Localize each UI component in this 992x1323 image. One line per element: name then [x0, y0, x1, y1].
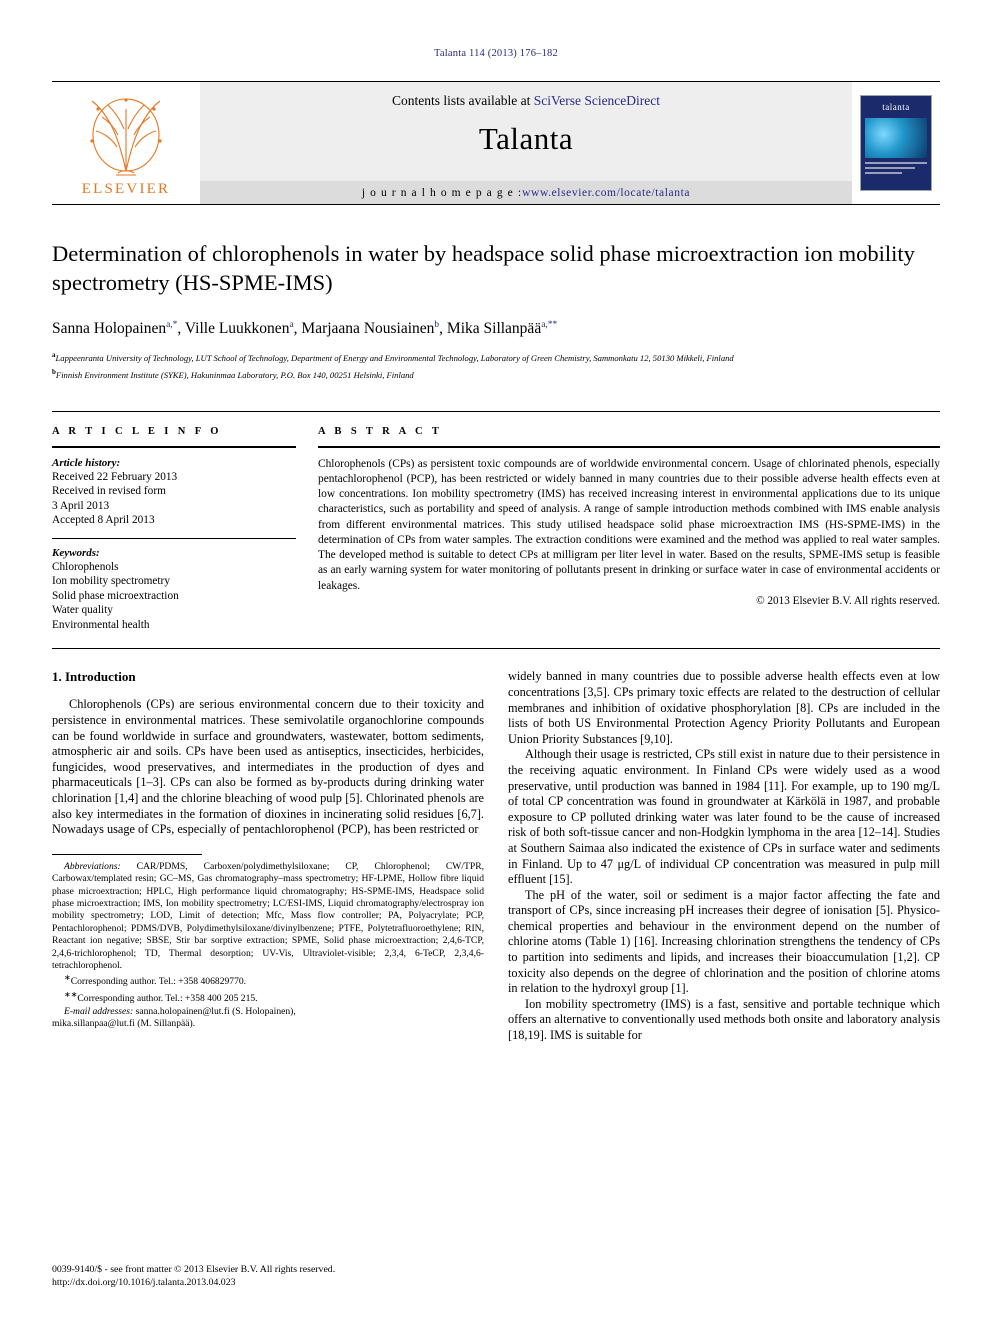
body-column-right: widely banned in many countries due to p…	[508, 669, 940, 1043]
affiliation-row: aLappeenranta University of Technology, …	[52, 349, 940, 364]
affiliation-text: Lappeenranta University of Technology, L…	[55, 353, 734, 364]
journal-masthead: ELSEVIER Contents lists available at Sci…	[52, 81, 940, 205]
contents-prefix: Contents lists available at	[391, 93, 534, 108]
author-name: Sanna Holopainen	[52, 320, 167, 338]
author-list: Sanna Holopainena,*, Ville Luukkonena, M…	[52, 320, 558, 338]
body-column-left: 1. Introduction Chlorophenols (CPs) are …	[52, 669, 484, 1043]
section-heading-introduction: 1. Introduction	[52, 669, 136, 685]
author-affiliation-mark: a,**	[541, 320, 558, 330]
paragraph: Chlorophenols (CPs) are serious environm…	[52, 697, 484, 837]
author-affiliation-mark: a	[289, 320, 294, 330]
abbreviations-text: CAR/PDMS, Carboxen/polydimethylsiloxane;…	[52, 860, 484, 971]
abstract-text: Chlorophenols (CPs) as persistent toxic …	[318, 457, 940, 592]
double-asterisk-icon: ∗∗	[64, 989, 78, 999]
title-block: Determination of chlorophenols in water …	[52, 239, 940, 381]
keyword-item: Water quality	[52, 604, 113, 617]
article-page: Talanta 114 (2013) 176–182 ELSEVIER Cont…	[0, 0, 992, 1323]
author-name: Mika Sillanpää	[446, 320, 542, 338]
cover-title: talanta	[861, 96, 931, 117]
divider	[318, 445, 940, 448]
author-name: Ville Luukkonen	[184, 320, 290, 338]
paragraph: The pH of the water, soil or sediment is…	[508, 887, 940, 996]
running-head: Talanta 114 (2013) 176–182	[434, 48, 558, 59]
cover-text-lines	[865, 162, 927, 184]
issn-copyright-line: 0039-9140/$ - see front matter © 2013 El…	[52, 1264, 336, 1275]
publisher-logo: ELSEVIER	[52, 82, 200, 204]
history-item: Accepted 8 April 2013	[52, 514, 155, 527]
author-name: Marjaana Nousiainen	[301, 320, 435, 338]
elsevier-tree-logo: ELSEVIER	[66, 88, 186, 198]
abbreviations-footnote: Abbreviations: CAR/PDMS, Carboxen/polydi…	[52, 861, 484, 973]
paragraph: widely banned in many countries due to p…	[508, 669, 940, 746]
elsevier-tree-icon	[90, 98, 162, 176]
history-item: 3 April 2013	[52, 499, 110, 512]
email-footnote-second: mika.sillanpaa@lut.fi (M. Sillanpää).	[52, 1018, 484, 1030]
keyword-item: Ion mobility spectrometry	[52, 575, 170, 588]
divider	[52, 537, 296, 539]
affiliation-list: aLappeenranta University of Technology, …	[52, 349, 940, 381]
paragraph: Although their usage is restricted, CPs …	[508, 747, 940, 887]
abstract-copyright: © 2013 Elsevier B.V. All rights reserved…	[756, 594, 940, 607]
article-info-column: A R T I C L E I N F O Article history: R…	[52, 426, 296, 633]
divider	[52, 648, 940, 650]
email-address[interactable]: sanna.holopainen@lut.fi (S. Holopainen),	[133, 1006, 296, 1017]
abstract-heading: A B S T R A C T	[318, 425, 443, 437]
sciencedirect-link[interactable]: SciVerse ScienceDirect	[534, 93, 660, 108]
affiliation-row: bFinnish Environment Institute (SYKE), H…	[52, 366, 940, 381]
abbreviations-label: Abbreviations:	[64, 860, 121, 872]
abstract-column: A B S T R A C T Chlorophenols (CPs) as p…	[318, 426, 940, 633]
elsevier-wordmark: ELSEVIER	[81, 181, 171, 197]
history-item: Received in revised form	[52, 485, 166, 498]
history-item: Received 22 February 2013	[52, 470, 178, 483]
doi-link[interactable]: http://dx.doi.org/10.1016/j.talanta.2013…	[52, 1276, 335, 1289]
affiliation-text: Finnish Environment Institute (SYKE), Ha…	[55, 369, 414, 380]
keyword-item: Chlorophenols	[52, 560, 119, 573]
contents-available-line: Contents lists available at SciVerse Sci…	[200, 82, 852, 109]
body-columns: 1. Introduction Chlorophenols (CPs) are …	[52, 669, 940, 1043]
author-affiliation-mark: b	[434, 320, 440, 330]
keyword-item: Environmental health	[52, 618, 150, 631]
corresponding-author-text: Corresponding author. Tel.: +358 4068297…	[70, 976, 247, 988]
keywords-label: Keywords:	[52, 546, 100, 559]
homepage-label: j o u r n a l h o m e p a g e :	[361, 186, 523, 199]
cover-image	[865, 118, 927, 158]
article-info-heading: A R T I C L E I N F O	[52, 425, 222, 437]
info-abstract-section: A R T I C L E I N F O Article history: R…	[52, 410, 940, 633]
email-label: E-mail addresses:	[64, 1005, 134, 1017]
article-title: Determination of chlorophenols in water …	[52, 241, 915, 295]
author-affiliation-mark: a,*	[166, 320, 178, 330]
corresponding-author-text: Corresponding author. Tel.: +358 400 205…	[77, 993, 258, 1005]
corresponding-author-footnote: ∗∗Corresponding author. Tel.: +358 400 2…	[52, 989, 484, 1006]
corresponding-author-footnote: ∗Corresponding author. Tel.: +358 406829…	[52, 972, 484, 989]
keyword-item: Solid phase microextraction	[52, 589, 179, 602]
paragraph: Ion mobility spectrometry (IMS) is a fas…	[508, 996, 940, 1043]
email-footnote: E-mail addresses: sanna.holopainen@lut.f…	[52, 1006, 484, 1018]
article-history-label: Article history:	[52, 456, 121, 469]
footnotes-block: Abbreviations: CAR/PDMS, Carboxen/polydi…	[52, 861, 484, 1031]
asterisk-icon: ∗	[64, 973, 71, 983]
masthead-center: Contents lists available at SciVerse Sci…	[200, 82, 852, 204]
footnote-divider	[52, 853, 202, 855]
journal-homepage-link[interactable]: www.elsevier.com/locate/talanta	[522, 187, 690, 199]
divider	[52, 445, 296, 448]
journal-homepage-bar: j o u r n a l h o m e p a g e : www.else…	[200, 181, 852, 204]
journal-cover-thumbnail: talanta	[852, 82, 940, 204]
journal-title: Talanta	[478, 121, 574, 156]
email-address[interactable]: mika.sillanpaa@lut.fi (M. Sillanpää).	[52, 1018, 195, 1029]
page-footer: 0039-9140/$ - see front matter © 2013 El…	[52, 1263, 335, 1289]
